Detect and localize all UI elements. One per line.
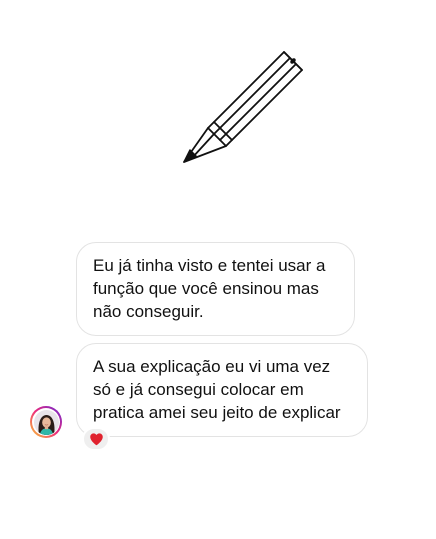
pencil-icon [183, 51, 303, 163]
avatar-image [32, 408, 60, 436]
message-bubble[interactable]: Eu já tinha visto e tentei usar a função… [76, 242, 355, 336]
message-text-line: função que você ensinou mas [93, 279, 319, 298]
message-text-line: A sua explicação eu vi uma vez [93, 357, 331, 376]
sender-avatar[interactable] [30, 406, 62, 438]
heart-icon [89, 433, 103, 446]
message-text-line: Eu já tinha visto e tentei usar a [93, 256, 326, 275]
message-text-line: não conseguir. [93, 302, 204, 321]
message-text-line: só e já consegui colocar em [93, 380, 304, 399]
message-text-line: pratica amei seu jeito de explicar [93, 403, 341, 422]
message-bubble[interactable]: A sua explicação eu vi uma vez só e já c… [76, 343, 368, 437]
reaction-badge[interactable] [82, 427, 110, 451]
